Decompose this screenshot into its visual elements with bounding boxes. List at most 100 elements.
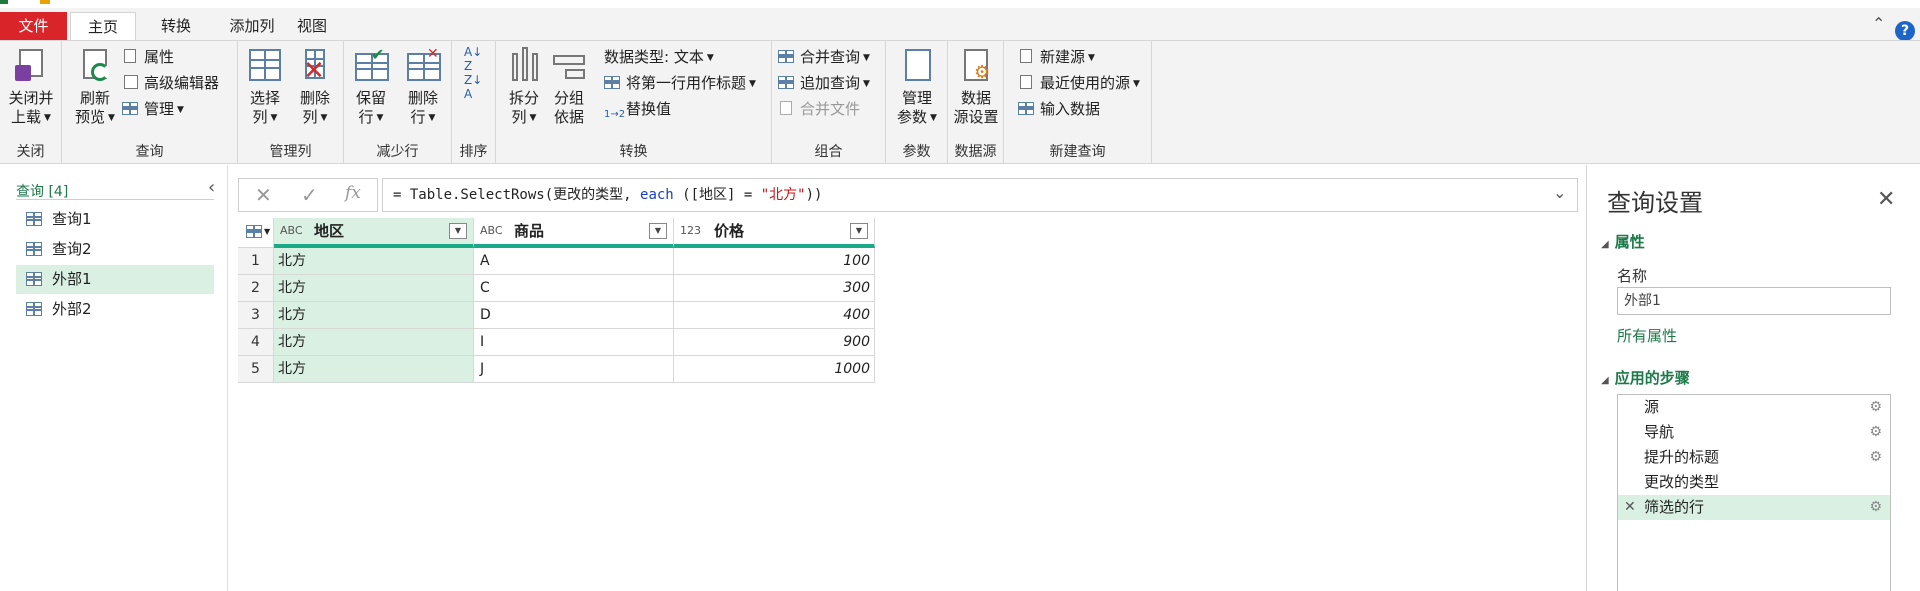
table-icon	[604, 75, 622, 91]
chevron-down-icon: ▼	[264, 227, 271, 236]
sort-ascending-button[interactable]: A↓ Z	[464, 45, 482, 73]
merge-queries-button[interactable]: 合并查询 ▼	[778, 46, 870, 68]
query-item-2[interactable]: 查询2	[16, 235, 214, 264]
enter-data-button[interactable]: 输入数据	[1018, 98, 1100, 120]
tab-view[interactable]: 视图	[290, 12, 334, 40]
manage-query-button[interactable]: 管理 ▼	[122, 98, 184, 120]
cell-price[interactable]: 1000	[674, 356, 875, 383]
column-header-region[interactable]: ABC 地区 ▼	[274, 218, 474, 248]
append-queries-button[interactable]: 追加查询 ▼	[778, 72, 870, 94]
group-parameters-label: 参数	[902, 144, 931, 160]
query-name-field[interactable]: 外部1	[1617, 287, 1891, 315]
gear-icon[interactable]: ⚙	[1869, 445, 1882, 470]
cell-price[interactable]: 400	[674, 302, 875, 329]
queries-pane: 查询 [4] ‹ 查询1 查询2 外部1 外部2	[0, 165, 228, 591]
column-name: 商品	[514, 222, 545, 240]
split-column-button[interactable]: 拆分 列 ▼	[502, 47, 546, 128]
recent-sources-button[interactable]: 最近使用的源 ▼	[1018, 72, 1140, 94]
cell-price[interactable]: 300	[674, 275, 875, 302]
table-icon	[246, 225, 262, 238]
column-name: 地区	[314, 222, 345, 240]
remove-columns-button[interactable]: ✕ 删除 列 ▼	[290, 47, 340, 128]
tab-home[interactable]: 主页	[70, 12, 136, 41]
table-icon	[1018, 101, 1036, 117]
data-type-dropdown[interactable]: 数据类型: 文本 ▼	[604, 46, 714, 68]
gear-icon[interactable]: ⚙	[1869, 420, 1882, 445]
row-number: 2	[238, 275, 274, 302]
dropdown-icon[interactable]: ▼	[850, 223, 868, 239]
remove-rows-button[interactable]: ✕ 删除 行 ▼	[398, 46, 448, 128]
refresh-preview-label: 刷新 预览	[75, 89, 110, 126]
row-number: 1	[238, 248, 274, 275]
column-header-product[interactable]: ABC 商品 ▼	[474, 218, 674, 248]
cell-region[interactable]: 北方	[274, 302, 474, 329]
cell-price[interactable]: 100	[674, 248, 875, 275]
cell-region[interactable]: 北方	[274, 248, 474, 275]
confirm-icon[interactable]: ✓	[301, 183, 318, 207]
delete-step-icon[interactable]: ✕	[1624, 495, 1636, 520]
collapse-pane-icon[interactable]: ‹	[208, 177, 215, 198]
expand-formula-icon[interactable]: ⌄	[1553, 183, 1566, 202]
properties-button[interactable]: 属性	[122, 46, 174, 68]
keep-rows-icon: ✔	[353, 45, 389, 85]
datasource-settings-button[interactable]: ⚙ 数据 源设置	[950, 47, 1002, 127]
table-icon	[26, 302, 42, 316]
queries-header: 查询 [4]	[16, 184, 69, 200]
cell-product[interactable]: C	[474, 275, 674, 302]
queries-divider	[16, 199, 214, 200]
group-by-button[interactable]: 分组 依据	[546, 47, 592, 127]
step-promoted-headers[interactable]: 提升的标题 ⚙	[1618, 445, 1890, 470]
close-and-load-button[interactable]: 关闭并 上载 ▼	[4, 47, 58, 128]
sort-descending-button[interactable]: Z↓ A	[464, 73, 482, 101]
step-navigation[interactable]: 导航 ⚙	[1618, 420, 1890, 445]
properties-section-header[interactable]: ◢ 属性	[1601, 231, 1645, 252]
query-item-external1[interactable]: 外部1	[16, 265, 214, 294]
manage-parameters-button[interactable]: 管理 参数 ▼	[890, 47, 944, 128]
query-item-external2[interactable]: 外部2	[16, 295, 214, 324]
cell-product[interactable]: I	[474, 329, 674, 356]
table-icon	[122, 101, 140, 117]
tab-file[interactable]: 文件	[0, 12, 67, 40]
column-header-price[interactable]: 123 价格 ▼	[674, 218, 875, 248]
cell-region[interactable]: 北方	[274, 356, 474, 383]
step-source[interactable]: 源 ⚙	[1618, 395, 1890, 420]
replace-values-button[interactable]: 1→2替换值	[604, 98, 671, 120]
cell-product[interactable]: J	[474, 356, 674, 383]
cancel-icon[interactable]: ✕	[255, 183, 272, 207]
new-source-button[interactable]: 新建源 ▼	[1018, 46, 1095, 68]
gear-icon[interactable]: ⚙	[1869, 395, 1882, 420]
function-icon[interactable]: fx	[345, 183, 361, 203]
keep-rows-button[interactable]: ✔ 保留 行 ▼	[346, 45, 396, 128]
dropdown-icon[interactable]: ▼	[649, 223, 667, 239]
advanced-editor-button[interactable]: 高级编辑器	[122, 72, 219, 94]
table-icon	[26, 272, 42, 286]
advanced-editor-icon	[122, 75, 140, 91]
help-icon[interactable]: ?	[1895, 21, 1915, 41]
choose-columns-button[interactable]: 选择 列 ▼	[240, 47, 290, 128]
cell-product[interactable]: A	[474, 248, 674, 275]
row-number: 5	[238, 356, 274, 383]
collapse-ribbon-icon[interactable]: ⌃	[1872, 14, 1885, 33]
table-icon	[26, 212, 42, 226]
tab-transform[interactable]: 转换	[146, 12, 206, 40]
column-name: 价格	[714, 222, 745, 240]
group-manage-columns: 选择 列 ▼ ✕ 删除 列 ▼ 管理列	[238, 41, 344, 164]
first-row-header-button[interactable]: 将第一行用作标题 ▼	[604, 72, 756, 94]
cell-price[interactable]: 900	[674, 329, 875, 356]
query-item-1[interactable]: 查询1	[16, 205, 214, 234]
cell-region[interactable]: 北方	[274, 329, 474, 356]
properties-icon	[122, 49, 140, 65]
refresh-preview-button[interactable]: 刷新 预览 ▼	[66, 47, 124, 128]
tab-add-column[interactable]: 添加列	[212, 12, 292, 40]
cell-region[interactable]: 北方	[274, 275, 474, 302]
cell-product[interactable]: D	[474, 302, 674, 329]
filter-icon[interactable]: ▼	[449, 223, 467, 239]
applied-steps-header[interactable]: ◢ 应用的步骤	[1601, 367, 1690, 388]
gear-icon[interactable]: ⚙	[1869, 495, 1882, 520]
step-changed-type[interactable]: 更改的类型	[1618, 470, 1890, 495]
close-icon[interactable]: ✕	[1877, 187, 1895, 212]
step-filtered-rows[interactable]: ✕ 筛选的行 ⚙	[1618, 495, 1890, 520]
all-properties-link[interactable]: 所有属性	[1617, 325, 1677, 346]
formula-input[interactable]: = Table.SelectRows(更改的类型, each ([地区] = "…	[382, 178, 1578, 212]
table-menu-button[interactable]: ▼	[238, 218, 274, 248]
